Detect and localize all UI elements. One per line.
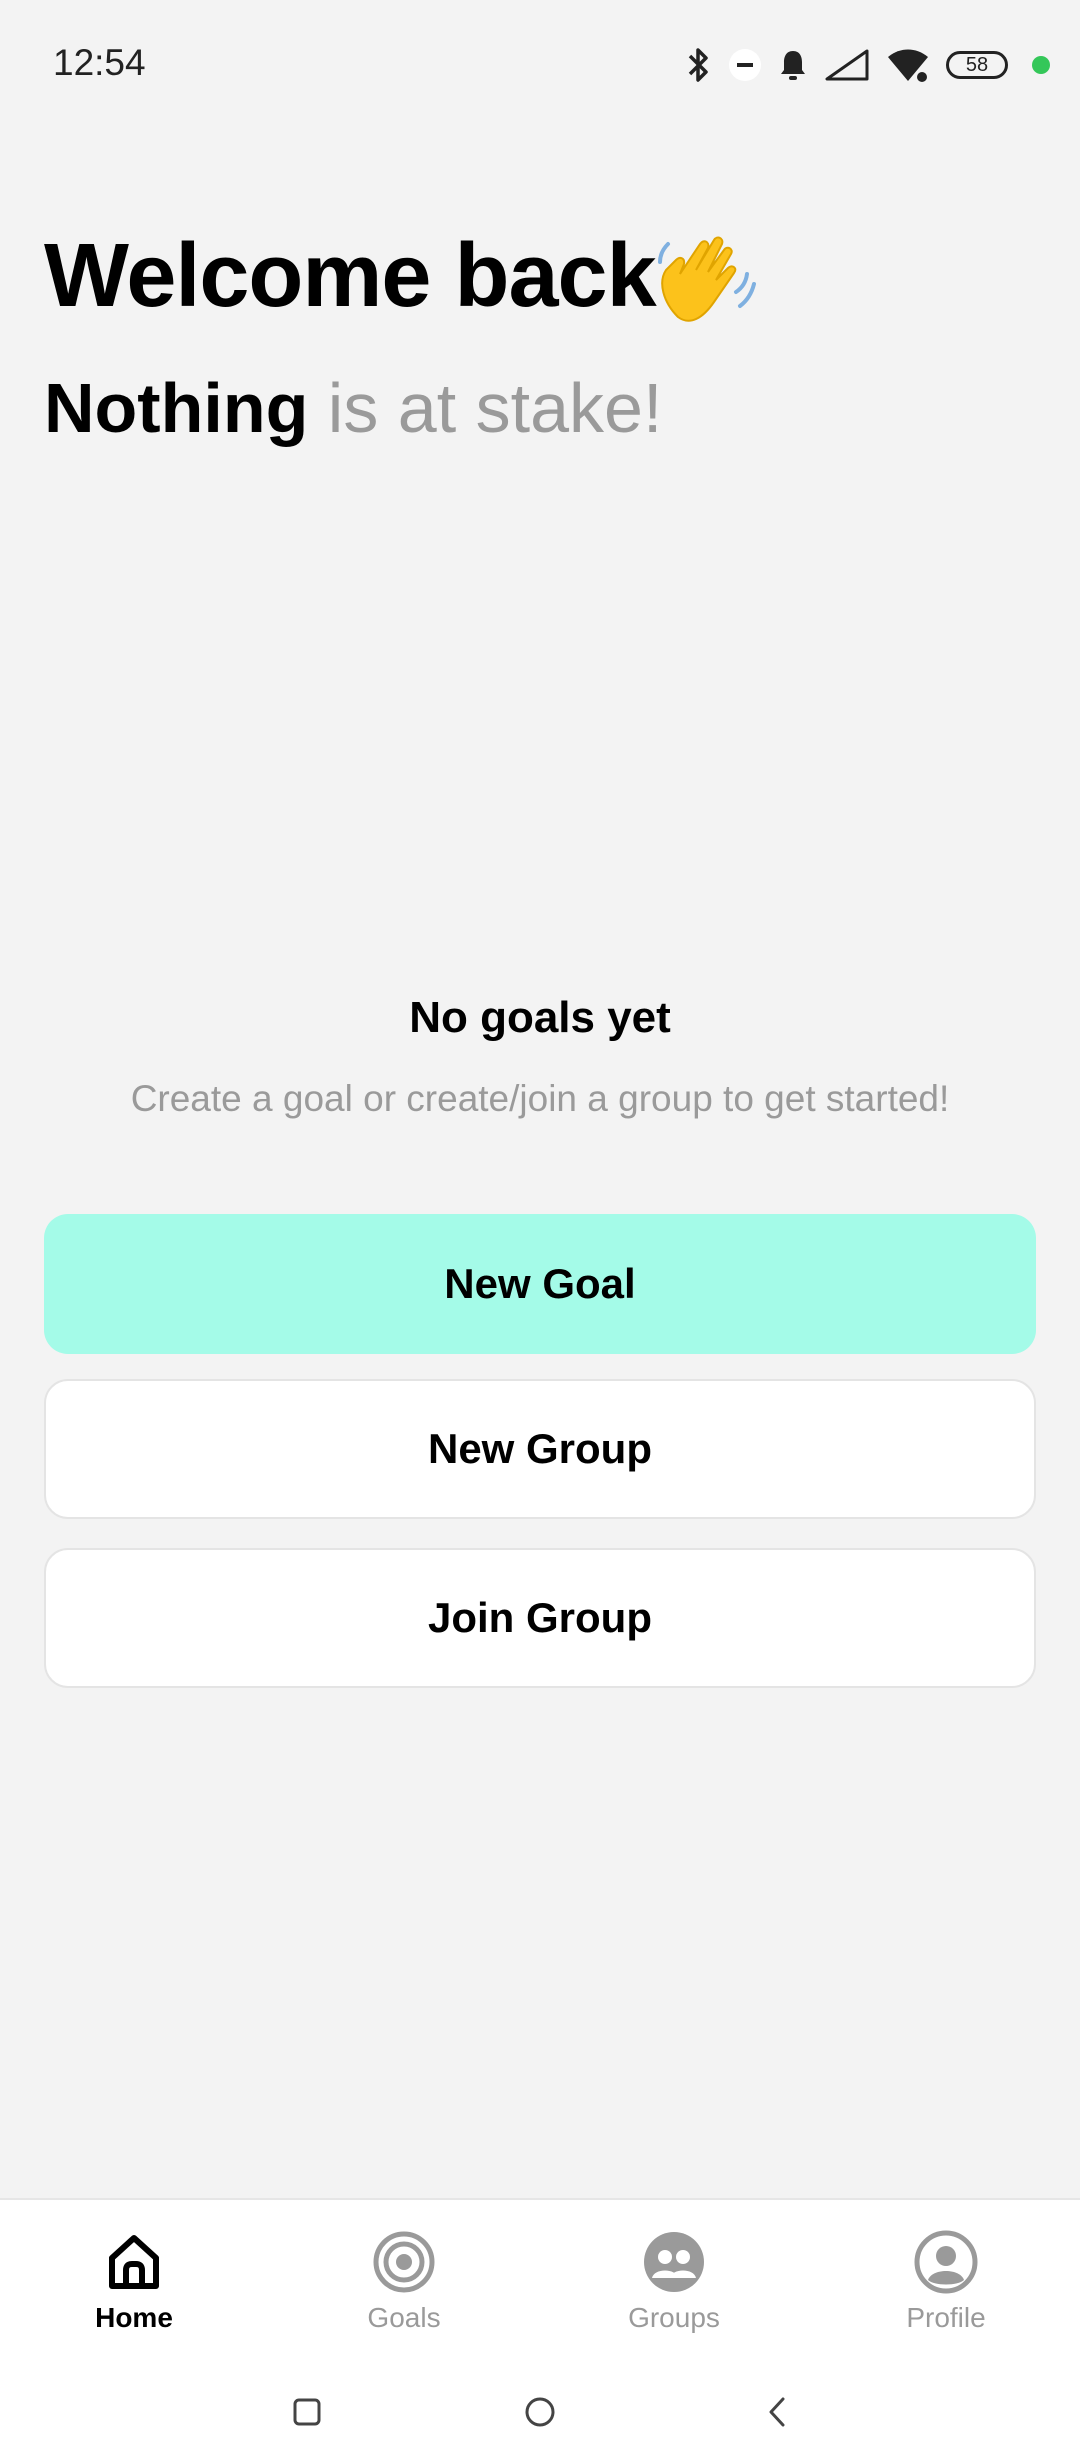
status-bar: 12:54 58 xyxy=(0,0,1080,130)
stake-line: Nothing is at stake! xyxy=(44,368,662,448)
recents-button[interactable] xyxy=(283,2390,331,2438)
back-button[interactable] xyxy=(754,2390,802,2438)
bell-icon xyxy=(778,48,808,82)
privacy-indicator-dot xyxy=(1032,56,1050,74)
screen: 12:54 58 Welcome back Nothing is at stak… xyxy=(0,0,1080,2460)
target-icon xyxy=(304,2230,504,2294)
bottom-nav: Home Goals Groups Profile xyxy=(0,2198,1080,2368)
system-home-button[interactable] xyxy=(516,2390,564,2438)
battery-level: 58 xyxy=(965,54,989,76)
new-group-button[interactable]: New Group xyxy=(44,1379,1036,1519)
nav-label-goals: Goals xyxy=(367,2302,441,2333)
recents-icon xyxy=(292,2397,322,2432)
groups-icon xyxy=(574,2230,774,2294)
signal-icon xyxy=(824,48,870,82)
nav-item-groups[interactable]: Groups xyxy=(574,2230,774,2334)
wifi-icon xyxy=(886,47,930,83)
bluetooth-icon xyxy=(686,46,712,84)
nav-item-profile[interactable]: Profile xyxy=(846,2230,1046,2334)
new-goal-button[interactable]: New Goal xyxy=(44,1214,1036,1354)
nav-label-home: Home xyxy=(95,2302,173,2333)
home-circle-icon xyxy=(524,2396,556,2433)
waving-hand-icon xyxy=(648,222,758,332)
stake-amount: Nothing xyxy=(44,369,309,447)
join-group-button[interactable]: Join Group xyxy=(44,1548,1036,1688)
stake-text: is at stake! xyxy=(308,369,663,447)
home-icon xyxy=(34,2230,234,2294)
dnd-icon xyxy=(728,48,762,82)
nav-label-groups: Groups xyxy=(628,2302,720,2333)
empty-state-subtitle: Create a goal or create/join a group to … xyxy=(130,1078,950,1119)
battery-icon: 58 xyxy=(946,51,1008,79)
status-icons: 58 xyxy=(670,40,1050,90)
back-icon xyxy=(763,2395,793,2434)
system-nav-bar xyxy=(0,2368,1080,2460)
empty-state-title: No goals yet xyxy=(409,993,671,1042)
welcome-title: Welcome back xyxy=(44,226,657,326)
nav-item-goals[interactable]: Goals xyxy=(304,2230,504,2334)
nav-item-home[interactable]: Home xyxy=(34,2230,234,2334)
status-time: 12:54 xyxy=(53,42,146,83)
nav-label-profile: Profile xyxy=(906,2302,986,2333)
profile-icon xyxy=(846,2230,1046,2294)
